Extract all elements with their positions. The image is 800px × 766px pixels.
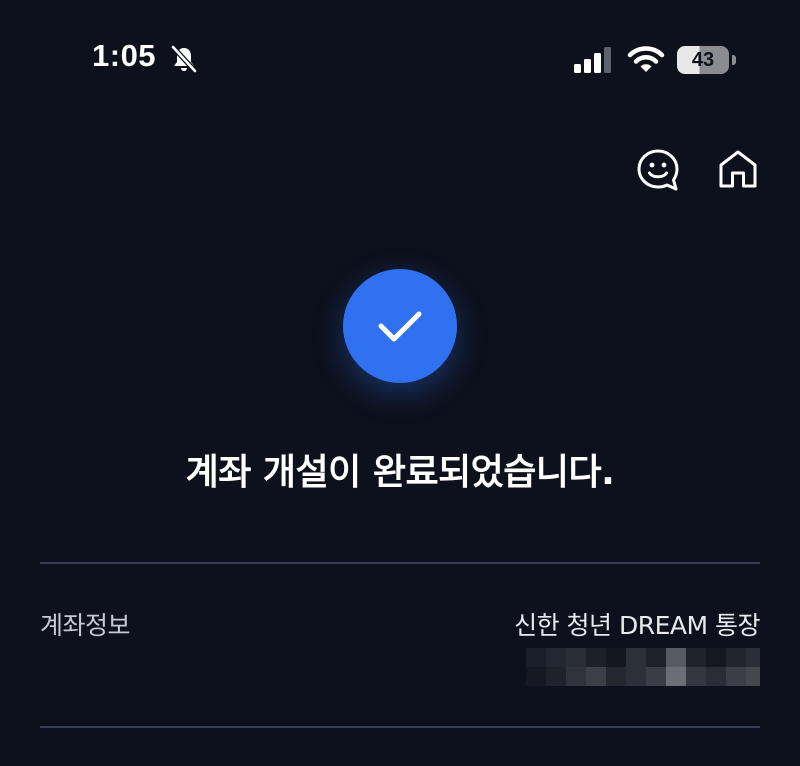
home-icon [719,150,757,188]
cellular-signal-icon [574,47,611,73]
divider-bottom [40,726,760,728]
check-icon [378,311,422,342]
battery-tip [732,55,736,65]
top-actions [0,148,800,192]
bell-slash-icon [171,45,197,73]
home-button[interactable] [716,148,760,192]
chatbot-button[interactable] [636,148,680,192]
status-bar: 1:05 43 [0,0,800,120]
wifi-icon [627,46,665,72]
account-product-name: 신한 청년 DREAM 통장 [514,611,760,640]
account-number-masked [526,648,760,686]
completion-title: 계좌 개설이 완료되었습니다. [185,452,615,493]
chatbot-icon [637,149,679,191]
divider-top [40,562,760,564]
success-check-badge [343,269,457,383]
battery-icon: 43 [677,46,737,74]
battery-level: 43 [691,49,715,71]
status-time: 1:05 [92,38,157,73]
account-info-label: 계좌정보 [40,611,131,640]
